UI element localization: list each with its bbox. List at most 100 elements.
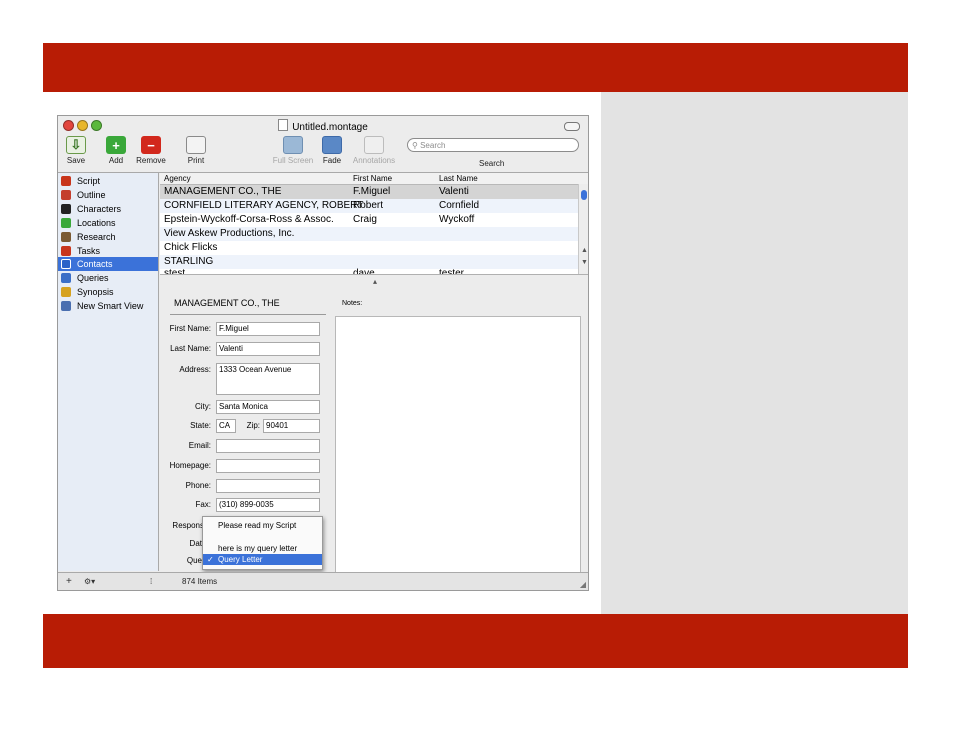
smart-view-icon [61,301,71,311]
save-button[interactable]: ⇩ Save [64,136,88,165]
window-resize-grip-icon[interactable]: ◢ [580,580,586,589]
sidebar-item-locations[interactable]: Locations [58,216,158,230]
tasks-icon [61,246,71,256]
state-label: State: [190,421,211,430]
sidebar-item-script[interactable]: Script [58,174,158,188]
remove-label: Remove [136,156,166,165]
top-red-band [43,43,908,92]
zip-field[interactable]: 90401 [263,419,320,433]
table-row[interactable]: MANAGEMENT CO., THE F.Miguel Valenti [160,185,578,199]
document-icon [278,119,289,131]
city-field[interactable]: Santa Monica [216,400,320,414]
outline-icon [61,190,71,200]
cell-agency: stest [164,268,186,275]
annotations-label: Annotations [352,156,396,165]
add-button[interactable]: + Add [104,136,128,165]
column-header-agency[interactable]: Agency [164,174,191,183]
table-row[interactable]: View Askew Productions, Inc. [160,227,578,241]
sidebar-item-tasks[interactable]: Tasks [58,244,158,258]
cell-last-name: Wyckoff [439,214,475,225]
title-divider [170,314,326,315]
email-field[interactable] [216,439,320,453]
table-row[interactable]: stest dave tester [160,267,578,275]
phone-field[interactable] [216,479,320,493]
fade-label: Fade [322,156,342,165]
fade-button[interactable]: Fade [320,136,344,165]
magnifier-icon: ⚲ [412,141,418,150]
window-title-text: Untitled.montage [292,122,368,133]
cell-agency: Chick Flicks [164,242,218,253]
minus-icon: − [141,136,161,154]
address-field[interactable]: 1333 Ocean Avenue [216,363,320,395]
sidebar-item-characters[interactable]: Characters [58,202,158,216]
table-row[interactable]: CORNFIELD LITERARY AGENCY, ROBERT Robert C… [160,199,578,213]
scroll-up-arrow-icon[interactable]: ▲ [581,247,588,254]
bottom-red-band [43,614,908,668]
cell-last-name: tester [439,268,465,275]
search-input[interactable]: ⚲ Search [407,138,579,152]
side-grey-panel [601,92,908,614]
scroll-down-arrow-icon[interactable]: ▼ [581,259,588,266]
column-header-first-name[interactable]: First Name [353,174,392,183]
add-label: Add [108,156,124,165]
annotations-button[interactable]: Annotations [350,136,398,165]
full-screen-label: Full Screen [272,156,314,165]
split-handle-icon[interactable]: ▴ [373,277,377,286]
characters-icon [61,204,71,214]
table-row[interactable]: Chick Flicks [160,241,578,255]
fax-field[interactable]: (310) 899-0035 [216,498,320,512]
print-button[interactable]: Print [182,136,210,165]
item-count: 874 Items [182,577,218,586]
cell-agency: Epstein-Wyckoff-Corsa-Ross & Assoc. [164,214,334,225]
city-label: City: [195,402,211,411]
cell-agency: View Askew Productions, Inc. [164,228,295,239]
table-header: Agency First Name Last Name [160,173,588,185]
first-name-field[interactable]: F.Miguel [216,322,320,336]
table-scrollbar[interactable]: ▲ ▼ [578,184,588,274]
remove-button[interactable]: − Remove [135,136,167,165]
printer-icon [186,136,206,154]
popup-item-label: Please read my Script [218,521,297,530]
app-window: Untitled.montage ⇩ Save + Add − Remove P… [57,115,589,591]
sidebar-item-research[interactable]: Research [58,230,158,244]
full-screen-button[interactable]: Full Screen [270,136,316,165]
gear-icon[interactable]: ⚙▾ [84,577,95,586]
date-label: Dat [189,539,202,548]
first-name-label: First Name: [169,324,211,333]
toolbar-toggle-button[interactable] [564,122,580,131]
sidebar-item-label: Research [77,232,116,242]
queries-icon [61,273,71,283]
locations-icon [61,218,71,228]
popup-item-please-read[interactable]: Please read my Script [203,520,322,531]
sidebar: Script Outline Characters Locations Rese… [58,173,159,571]
sidebar-item-label: New Smart View [77,301,144,311]
table-row[interactable]: Epstein-Wyckoff-Corsa-Ross & Assoc. Craig… [160,213,578,227]
cell-agency: MANAGEMENT CO., THE [164,186,282,197]
popup-item-query-letter[interactable]: ✓ Query Letter [203,554,322,565]
email-label: Email: [188,441,211,450]
sidebar-item-synopsis[interactable]: Synopsis [58,285,158,299]
sidebar-item-outline[interactable]: Outline [58,188,158,202]
fax-label: Fax: [195,500,211,509]
full-screen-icon [283,136,303,154]
cell-first-name: Craig [353,214,377,225]
sidebar-item-new-smart-view[interactable]: New Smart View [58,299,158,313]
homepage-field[interactable] [216,459,320,473]
sidebar-item-queries[interactable]: Queries [58,271,158,285]
column-header-last-name[interactable]: Last Name [439,174,478,183]
query-popup-menu: Please read my Script here is my query l… [202,516,323,570]
synopsis-icon [61,287,71,297]
popup-item-query-letter-note[interactable]: here is my query letter [203,543,322,554]
add-item-button[interactable]: + [66,576,72,587]
save-icon: ⇩ [66,136,86,154]
phone-label: Phone: [185,481,211,490]
sidebar-resize-handle-icon[interactable]: ⁞ [150,577,152,586]
window-title: Untitled.montage [58,119,588,133]
cell-first-name: F.Miguel [353,186,391,197]
scroll-thumb[interactable] [581,190,587,200]
last-name-field[interactable]: Valenti [216,342,320,356]
notes-textarea[interactable] [335,316,581,573]
print-label: Print [187,156,205,165]
fade-icon [322,136,342,154]
sidebar-item-contacts[interactable]: Contacts [58,257,158,271]
